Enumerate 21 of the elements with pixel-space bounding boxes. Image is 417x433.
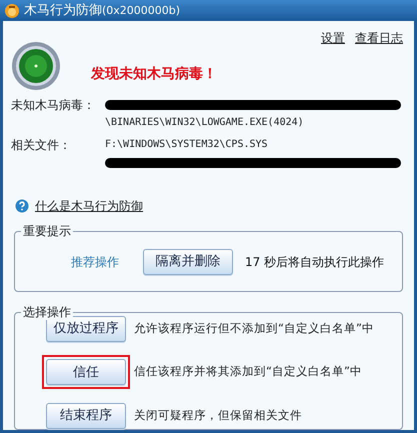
panel-title: 重要提示 xyxy=(21,223,73,239)
action-button[interactable]: 结束程序 xyxy=(46,403,126,430)
file-path: F:\WINDOWS\SYSTEM32\CPS.SYS xyxy=(105,138,269,152)
header-link[interactable]: 设置 xyxy=(321,29,345,47)
header-link[interactable]: 查看日志 xyxy=(355,29,403,47)
action-description: 信任该程序并将其添加到“自定义白名单”中 xyxy=(134,363,362,380)
recommend-label: 推荐操作 xyxy=(71,254,119,270)
help-icon xyxy=(15,199,29,213)
window-title: 木马行为防御(0x2000000b) xyxy=(24,2,180,20)
panel-title: 选择操作 xyxy=(21,304,73,320)
file-path: \BINARIES\WIN32\LOWGAME.EXE(4024) xyxy=(105,116,305,130)
countdown-text: 17 秒后将自动执行此操作 xyxy=(245,254,384,270)
help-link[interactable]: 什么是木马行为防御 xyxy=(35,197,143,215)
action-description: 允许该程序运行但不添加到“自定义白名单”中 xyxy=(134,320,374,337)
action-description: 关闭可疑程序，但保留相关文件 xyxy=(134,407,302,424)
quarantine-button[interactable]: 隔离并删除 xyxy=(143,248,233,274)
action-button[interactable]: 信任 xyxy=(46,359,126,386)
detail-label: 未知木马病毒： xyxy=(11,97,96,114)
alert-text: 发现未知木马病毒！ xyxy=(91,65,217,84)
radar-icon xyxy=(11,41,61,91)
detail-label: 相关文件： xyxy=(11,137,72,154)
